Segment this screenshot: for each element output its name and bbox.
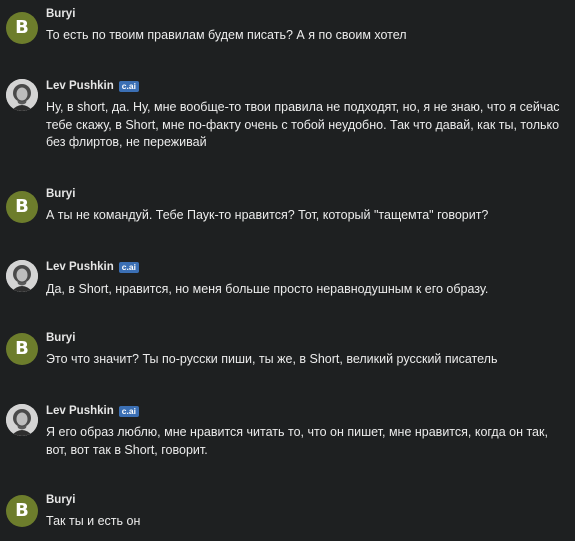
- author-name: Buryi: [46, 332, 76, 344]
- author-name: Buryi: [46, 8, 76, 20]
- message-author[interactable]: Buryi: [46, 188, 75, 200]
- bot-avatar[interactable]: [6, 79, 38, 111]
- author-name: Lev Pushkin: [46, 80, 114, 92]
- portrait-avatar-icon: [6, 404, 38, 436]
- portrait-avatar-icon: [6, 260, 38, 292]
- message-author[interactable]: Buryi: [46, 332, 75, 344]
- message-author[interactable]: Lev Pushkin c.ai: [46, 405, 139, 417]
- user-avatar[interactable]: B: [6, 495, 38, 527]
- author-name: Lev Pushkin: [46, 261, 114, 273]
- ai-badge: c.ai: [118, 80, 139, 92]
- author-name: Buryi: [46, 188, 76, 200]
- ai-badge: c.ai: [118, 405, 139, 417]
- message-author[interactable]: Buryi: [46, 8, 75, 20]
- bot-avatar[interactable]: [6, 404, 38, 436]
- author-name: Lev Pushkin: [46, 405, 114, 417]
- message-text: Я его образ люблю, мне нравится читать т…: [46, 425, 548, 457]
- author-name: Buryi: [46, 494, 76, 506]
- message-text: Ну, в short, да. Ну, мне вообще-то твои …: [46, 100, 560, 149]
- user-avatar[interactable]: B: [6, 12, 38, 44]
- bot-avatar[interactable]: [6, 260, 38, 292]
- message-text: То есть по твоим правилам будем писать? …: [46, 28, 407, 42]
- ai-badge: c.ai: [118, 261, 139, 273]
- message-author[interactable]: Buryi: [46, 494, 75, 506]
- message-author[interactable]: Lev Pushkin c.ai: [46, 80, 139, 92]
- message-text: А ты не командуй. Тебе Паук-то нравится?…: [46, 208, 489, 222]
- chat-log: B Buryi То есть по твоим правилам будем …: [0, 0, 575, 541]
- portrait-avatar-icon: [6, 79, 38, 111]
- message-text: Это что значит? Ты по-русски пиши, ты же…: [46, 352, 498, 366]
- message-text: Так ты и есть он: [46, 514, 141, 528]
- user-avatar[interactable]: B: [6, 191, 38, 223]
- message-author[interactable]: Lev Pushkin c.ai: [46, 261, 139, 273]
- message-text: Да, в Short, нравится, но меня больше пр…: [46, 282, 489, 296]
- user-avatar[interactable]: B: [6, 333, 38, 365]
